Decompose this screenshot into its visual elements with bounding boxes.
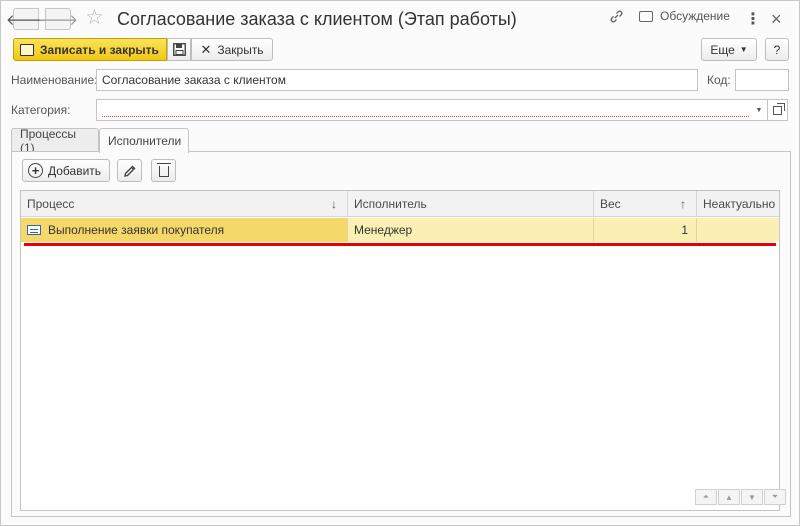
cell-inactive[interactable]: [697, 218, 779, 242]
add-label: Добавить: [48, 163, 102, 178]
column-label: Исполнитель: [354, 197, 427, 211]
arrow-right-icon: 🡒: [37, 11, 79, 29]
category-label: Категория:: [11, 103, 71, 117]
column-header-process[interactable]: Процесс ↓: [21, 191, 348, 217]
process-icon: [27, 225, 41, 235]
save-close-icon: [20, 43, 34, 56]
close-x-icon: ✕: [200, 41, 212, 57]
back-button[interactable]: 🡐: [6, 8, 46, 30]
category-open-button[interactable]: [768, 99, 788, 121]
scroll-up-button[interactable]: ▲: [718, 489, 740, 505]
discussion-icon: [639, 10, 653, 22]
name-field[interactable]: [96, 69, 698, 91]
name-label: Наименование:: [11, 73, 98, 87]
highlight-underline: [24, 243, 776, 246]
scroll-to-bottom-button[interactable]: ⏷: [764, 489, 786, 505]
code-label: Код:: [707, 73, 731, 87]
forward-button[interactable]: 🡒: [38, 8, 78, 30]
column-label: Вес: [600, 197, 621, 211]
scroll-up-icon: ▲: [725, 492, 733, 502]
chevron-down-icon: ▼: [739, 45, 748, 54]
chevron-down-icon: ▼: [755, 106, 763, 114]
more-vertical-icon[interactable]: ⋮: [745, 9, 761, 29]
save-icon: [172, 43, 186, 56]
save-button[interactable]: [167, 38, 191, 61]
add-icon: +: [28, 163, 43, 178]
cell-executor[interactable]: Менеджер: [348, 218, 594, 242]
page-title: Согласование заказа с клиентом (Этап раб…: [117, 9, 517, 29]
column-label: Неактуально: [703, 197, 776, 211]
table-row[interactable]: Выполнение заявки покупателя Менеджер 1: [21, 218, 779, 242]
sort-down-icon: ↓: [331, 197, 337, 211]
sort-up-icon: ↑: [680, 197, 686, 211]
help-button[interactable]: ?: [765, 38, 789, 61]
discussion-label: Обсуждение: [660, 9, 730, 23]
pencil-icon: [123, 165, 135, 177]
discussion-button[interactable]: Обсуждение: [639, 9, 730, 23]
category-dropdown-button[interactable]: ▼: [751, 99, 768, 121]
cell-process-text: Выполнение заявки покупателя: [48, 223, 225, 237]
close-label: Закрыть: [217, 42, 264, 57]
scroll-down-button[interactable]: ▼: [741, 489, 763, 505]
delete-button[interactable]: [151, 159, 176, 182]
title-bar: 🡐 🡒 ☆ Согласование заказа с клиентом (Эт…: [1, 1, 799, 37]
link-glyph: [610, 10, 623, 23]
required-field-underline: [102, 116, 749, 117]
cell-weight[interactable]: 1: [594, 218, 697, 242]
scroll-bottom-icon: ⏷: [771, 492, 779, 501]
tab-processes[interactable]: Процессы (1): [11, 127, 99, 155]
scroll-top-icon: ⏶: [702, 492, 710, 501]
column-header-executor[interactable]: Исполнитель: [348, 191, 594, 217]
save-and-close-button[interactable]: Записать и закрыть: [13, 38, 167, 61]
table-header: Процесс ↓ Исполнитель Вес ↑ Неактуально: [21, 191, 779, 217]
more-label: Еще: [710, 42, 735, 57]
favorite-star-icon[interactable]: ☆: [85, 6, 104, 30]
open-external-icon: [773, 102, 785, 115]
close-button[interactable]: ✕ Закрыть: [191, 38, 273, 61]
scroll-to-top-button[interactable]: ⏶: [695, 489, 717, 505]
save-and-close-label: Записать и закрыть: [40, 42, 159, 57]
more-menu-button[interactable]: Еще ▼: [701, 38, 757, 61]
cell-process[interactable]: Выполнение заявки покупателя: [21, 218, 348, 242]
trash-icon: [156, 163, 171, 177]
tab-executors[interactable]: Исполнители: [99, 128, 189, 153]
column-header-inactive[interactable]: Неактуально: [697, 191, 779, 217]
scroll-down-icon: ▼: [748, 492, 756, 502]
executors-tab-panel: + Добавить Процесс ↓ Исполнитель Вес ↑ Н…: [11, 151, 791, 517]
add-button[interactable]: + Добавить: [22, 159, 110, 182]
link-icon[interactable]: [609, 9, 624, 24]
category-field[interactable]: [96, 99, 752, 121]
close-icon[interactable]: ×: [771, 9, 782, 30]
column-label: Процесс: [27, 197, 75, 211]
column-header-weight[interactable]: Вес ↑: [594, 191, 697, 217]
edit-button[interactable]: [117, 159, 142, 182]
form-window: 🡐 🡒 ☆ Согласование заказа с клиентом (Эт…: [0, 0, 800, 526]
code-field[interactable]: [735, 69, 789, 91]
executors-table[interactable]: Процесс ↓ Исполнитель Вес ↑ Неактуально …: [20, 190, 786, 511]
